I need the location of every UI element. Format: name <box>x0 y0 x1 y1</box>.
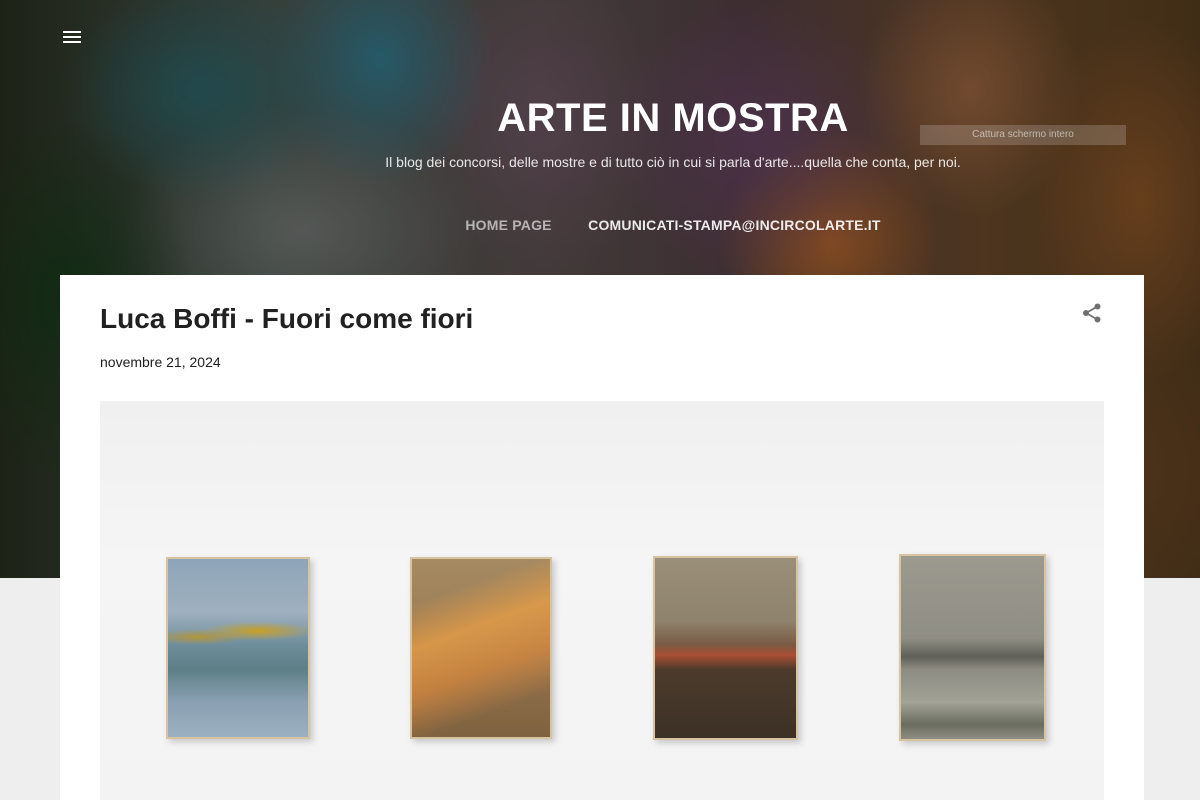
screenshot-overlay-label: Cattura schermo intero <box>920 125 1126 145</box>
post-date[interactable]: novembre 21, 2024 <box>100 354 221 370</box>
share-icon[interactable] <box>1081 302 1103 324</box>
menu-icon[interactable] <box>60 26 84 48</box>
painting-4 <box>899 554 1046 741</box>
post-card: Luca Boffi - Fuori come fiori novembre 2… <box>60 275 1144 800</box>
painting-2 <box>410 557 552 739</box>
painting-3 <box>653 556 798 740</box>
nav-link-comunicati-stampa[interactable]: COMUNICATI-STAMPA@INCIRCOLARTE.IT <box>588 217 880 233</box>
painting-1 <box>166 557 310 739</box>
nav-link-home-page[interactable]: HOME PAGE <box>465 217 551 233</box>
post-image[interactable] <box>100 401 1104 800</box>
post-title[interactable]: Luca Boffi - Fuori come fiori <box>100 303 473 335</box>
site-description: Il blog dei concorsi, delle mostre e di … <box>385 154 961 170</box>
main-navigation: HOME PAGE COMUNICATI-STAMPA@INCIRCOLARTE… <box>0 217 1200 235</box>
